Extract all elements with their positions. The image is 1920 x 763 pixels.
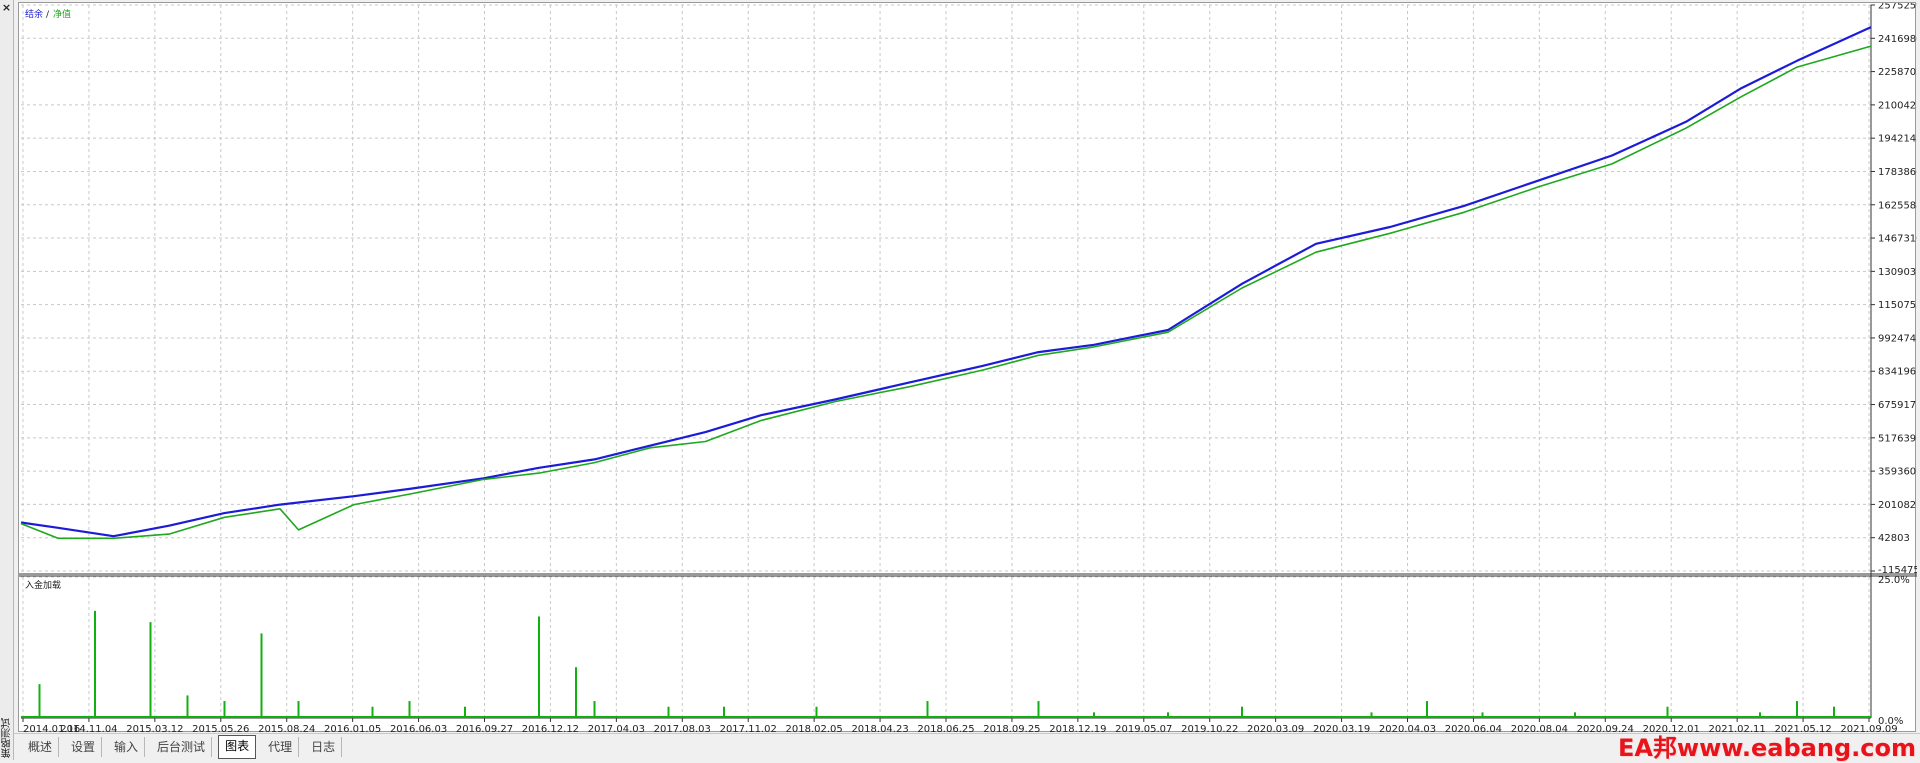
x-tick-label: 2018.09.25	[983, 724, 1040, 733]
x-tick-label: 2015.03.12	[126, 724, 183, 733]
x-tick-label: 2016.09.27	[456, 724, 513, 733]
x-tick-label: 2020.06.04	[1445, 724, 1502, 733]
chart-area[interactable]: 2575259 2416980 2258702 2100423 1942145 17838…	[18, 2, 1917, 733]
x-tick-label: 2014.11.04	[60, 724, 117, 733]
sub-panel-title: 入金加载	[25, 579, 61, 591]
x-tick-label: 2019.05.07	[1115, 724, 1172, 733]
y-tick-label: 675917	[1878, 400, 1916, 411]
x-tick-label: 2018.02.05	[786, 724, 843, 733]
y-tick-label: 834196	[1878, 367, 1916, 378]
x-tick-label: 2020.03.09	[1247, 724, 1304, 733]
tab-1[interactable]: 设置	[65, 737, 103, 757]
y-tick-label: 1625588	[1878, 200, 1917, 211]
sub-plot-area	[21, 577, 1871, 718]
x-tick-label: 2020.04.03	[1379, 724, 1436, 733]
y-tick-label: 2575259	[1878, 3, 1917, 12]
x-tick-label: 2016.01.05	[324, 724, 381, 733]
panel-title: 策略测试	[2, 718, 13, 758]
tab-5[interactable]: 代理	[262, 737, 300, 757]
y-tick-label: 2258702	[1878, 67, 1917, 78]
y-tick-label: 2100423	[1878, 100, 1917, 111]
x-tick-label: 2017.04.03	[588, 724, 645, 733]
x-tick-label: 2018.06.25	[917, 724, 974, 733]
x-tick-label: 2017.08.03	[654, 724, 711, 733]
sub-y-tick-label: 25.0%	[1878, 575, 1910, 586]
x-tick-label: 2018.12.19	[1049, 724, 1106, 733]
tab-3[interactable]: 后台测试	[151, 737, 213, 757]
x-tick-label: 2018.04.23	[851, 724, 908, 733]
tab-4[interactable]: 图表	[218, 735, 257, 759]
x-tick-label: 2015.05.26	[192, 724, 249, 733]
y-tick-label: 1467310	[1878, 234, 1917, 245]
tab-0[interactable]: 概述	[22, 737, 60, 757]
side-panel-strip: × 策略测试	[0, 0, 14, 760]
x-tick-label: 2019.10.22	[1181, 724, 1238, 733]
y-tick-label: 201082	[1878, 500, 1916, 511]
tab-6[interactable]: 日志	[305, 737, 343, 757]
x-tick-label: 2017.11.02	[720, 724, 777, 733]
legend-equity: 净值	[53, 8, 71, 20]
x-tick-label: 2016.12.12	[522, 724, 579, 733]
x-tick-label: 2015.08.24	[258, 724, 315, 733]
y-tick-label: 992474	[1878, 333, 1916, 344]
y-tick-label: 1942145	[1878, 134, 1917, 145]
tab-2[interactable]: 输入	[108, 737, 146, 757]
y-tick-label: 1150753	[1878, 300, 1917, 311]
x-tick-label: 2020.08.04	[1511, 724, 1568, 733]
close-icon[interactable]: ×	[1, 2, 12, 13]
chart-svg[interactable]: 2575259 2416980 2258702 2100423 1942145 17838…	[19, 3, 1917, 733]
y-tick-label: 1309031	[1878, 267, 1917, 278]
legend-balance: 结余	[25, 8, 43, 20]
y-tick-label: 2416980	[1878, 34, 1917, 45]
x-tick-label: 2020.03.19	[1313, 724, 1370, 733]
y-tick-label: 517639	[1878, 433, 1916, 444]
y-tick-label: 42803	[1878, 533, 1910, 544]
y-tick-label: 359360	[1878, 467, 1916, 478]
y-tick-label: 1783866	[1878, 167, 1917, 178]
x-tick-label: 2016.06.03	[390, 724, 447, 733]
watermark-logo: EA邦www.eabang.com	[1617, 734, 1916, 762]
